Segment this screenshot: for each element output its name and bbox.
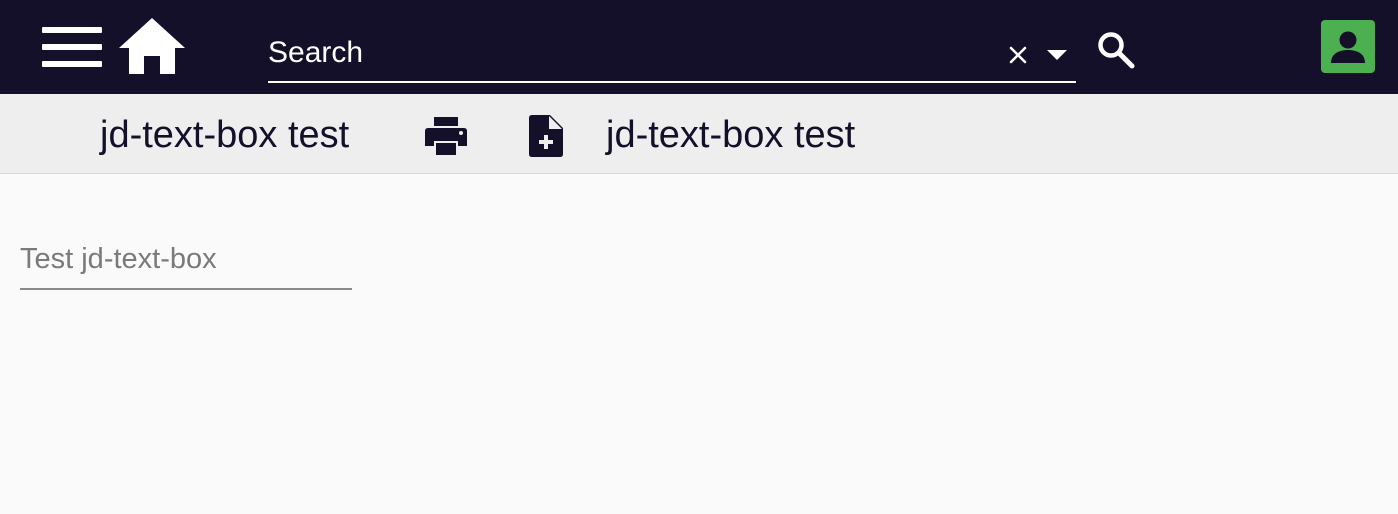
home-icon <box>119 18 185 74</box>
close-icon <box>1009 46 1027 64</box>
search-dropdown-button[interactable] <box>1042 38 1072 72</box>
page-title: jd-text-box test <box>100 114 350 156</box>
menu-button[interactable] <box>38 20 106 74</box>
search-icon <box>1098 32 1135 69</box>
test-text-box-field <box>20 232 352 290</box>
new-document-button[interactable] <box>524 112 568 160</box>
menu-icon <box>42 27 102 67</box>
test-text-box-input[interactable] <box>20 236 350 282</box>
search-input[interactable] <box>268 28 988 78</box>
home-button[interactable] <box>116 14 188 78</box>
account-button[interactable] <box>1321 20 1375 73</box>
print-icon <box>425 117 467 155</box>
search-field <box>268 28 1076 83</box>
page-toolbar: jd-text-box test jd-text-box test <box>0 94 1398 174</box>
search-button[interactable] <box>1094 28 1138 72</box>
document-title: jd-text-box test <box>606 114 856 156</box>
print-button[interactable] <box>422 114 470 158</box>
clear-search-button[interactable] <box>1004 38 1032 72</box>
account-icon <box>1331 31 1365 63</box>
app-header <box>0 0 1398 94</box>
caret-down-icon <box>1047 50 1067 60</box>
note-add-icon <box>529 115 563 157</box>
